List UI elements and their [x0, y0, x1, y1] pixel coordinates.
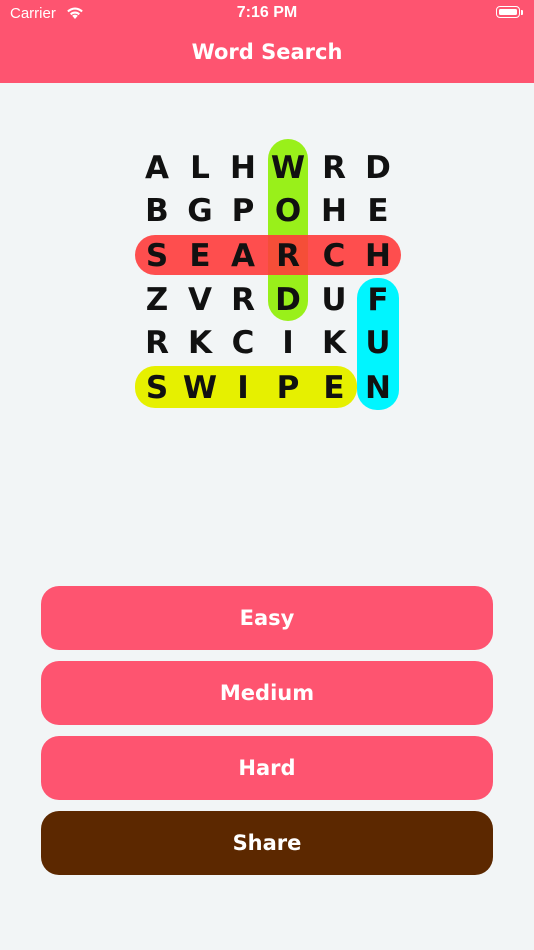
share-button[interactable]: Share [41, 811, 493, 875]
grid-letter: K [321, 325, 347, 361]
grid-letter: U [365, 325, 391, 361]
grid-letter: V [188, 282, 212, 318]
grid-letter: K [187, 325, 213, 361]
medium-button[interactable]: Medium [41, 661, 493, 725]
word-search-illustration: ALHWRDBGPOHESEARCHZVRDUFRKCIKUSWIPEN [0, 130, 534, 420]
grid-letter: W [270, 150, 306, 186]
grid-letter: H [321, 193, 347, 229]
grid-letter: I [282, 325, 294, 361]
grid-letter: A [145, 150, 169, 186]
grid-letter: C [322, 238, 346, 274]
grid-letter: D [365, 150, 391, 186]
grid-letter: I [237, 370, 249, 406]
easy-button[interactable]: Easy [41, 586, 493, 650]
grid-letter: H [230, 150, 256, 186]
grid-letter: C [231, 325, 255, 361]
grid-letter: E [367, 193, 389, 229]
grid-letter: S [145, 370, 169, 406]
grid-letter: W [182, 370, 218, 406]
grid-letter: E [189, 238, 211, 274]
grid-letter: U [321, 282, 347, 318]
grid-letter: Z [145, 282, 169, 318]
grid-letter: R [231, 282, 255, 318]
grid-letter: A [231, 238, 255, 274]
grid-letter: P [231, 193, 255, 229]
clock-time: 7:16 PM [236, 4, 298, 21]
grid-letter: H [365, 238, 391, 274]
grid-letter: E [323, 370, 345, 406]
grid-letter: F [367, 282, 389, 318]
grid-letter: S [145, 238, 169, 274]
grid-letter: R [322, 150, 346, 186]
hard-button[interactable]: Hard [41, 736, 493, 800]
grid-letter: L [190, 150, 210, 186]
grid-letter: G [187, 193, 213, 229]
header-bar: Carrier 7:16 PM Word Search [0, 0, 534, 83]
grid-letter: B [145, 193, 169, 229]
grid-letter: D [275, 282, 301, 318]
grid-letter: N [365, 370, 391, 406]
grid-letter: R [276, 238, 300, 274]
grid-letter: P [276, 370, 300, 406]
grid-letter: O [274, 193, 302, 229]
grid-letter: R [145, 325, 169, 361]
status-bar: Carrier 7:16 PM [0, 0, 534, 30]
battery-icon [496, 6, 523, 20]
page-title: Word Search [191, 40, 343, 64]
